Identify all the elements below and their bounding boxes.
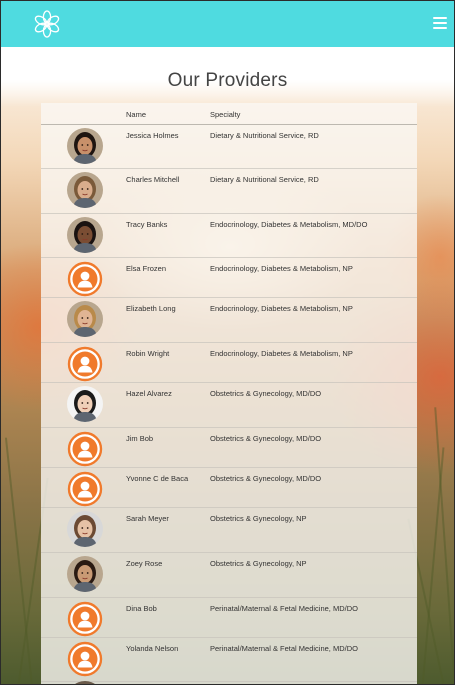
provider-name[interactable]: Elsa Frozen bbox=[126, 264, 166, 273]
provider-row[interactable]: Jessica Holmes Dietary & Nutritional Serv… bbox=[41, 124, 417, 169]
provider-name[interactable]: Zoey Rose bbox=[126, 559, 162, 568]
flower-logo-icon[interactable] bbox=[32, 9, 62, 39]
avatar-placeholder-icon[interactable] bbox=[67, 261, 103, 297]
provider-specialty: Dietary & Nutritional Service, RD bbox=[210, 131, 319, 140]
provider-specialty: Obstetrics & Gynecology, MD/DO bbox=[210, 389, 322, 398]
column-header-specialty[interactable]: Specialty bbox=[210, 110, 240, 119]
avatar-placeholder-icon[interactable] bbox=[67, 601, 103, 637]
provider-row[interactable]: Elsa Frozen Endocrinology, Diabetes & Met… bbox=[41, 257, 417, 298]
avatar-placeholder-icon[interactable] bbox=[67, 471, 103, 507]
provider-specialty: Perinatal/Maternal & Fetal Medicine, MD/… bbox=[210, 604, 358, 613]
provider-specialty: Endocrinology, Diabetes & Metabolism, NP bbox=[210, 304, 353, 313]
provider-row[interactable]: Yvonne C de Baca Obstetrics & Gynecology,… bbox=[41, 467, 417, 508]
provider-name[interactable]: Hazel Alvarez bbox=[126, 389, 172, 398]
provider-name[interactable]: Dina Bob bbox=[126, 604, 157, 613]
provider-specialty: Endocrinology, Diabetes & Metabolism, NP bbox=[210, 264, 353, 273]
provider-specialty: Endocrinology, Diabetes & Metabolism, NP bbox=[210, 349, 353, 358]
avatar[interactable] bbox=[67, 511, 103, 547]
provider-row[interactable]: Yolanda Nelson Perinatal/Maternal & Fetal… bbox=[41, 637, 417, 682]
column-header-name[interactable]: Name bbox=[126, 110, 146, 119]
provider-row[interactable]: Charles Mitchell Dietary & Nutritional Se… bbox=[41, 168, 417, 214]
provider-row[interactable]: Robin Wright Endocrinology, Diabetes & Me… bbox=[41, 342, 417, 383]
provider-specialty: Perinatal/Maternal & Fetal Medicine, MD/… bbox=[210, 644, 358, 653]
provider-name[interactable]: Yvonne C de Baca bbox=[126, 474, 188, 483]
page-title: Our Providers bbox=[167, 70, 288, 91]
provider-name[interactable]: Jim Bob bbox=[126, 434, 153, 443]
avatar-placeholder-icon[interactable] bbox=[67, 641, 103, 677]
providers-table: Name Specialty Jessica Holmes Dietary & N… bbox=[41, 103, 417, 685]
provider-name[interactable]: Tracy Banks bbox=[126, 220, 167, 229]
provider-specialty: Obstetrics & Gynecology, NP bbox=[210, 559, 307, 568]
provider-row[interactable]: Sarah Meyer Obstetrics & Gynecology, NP bbox=[41, 507, 417, 553]
provider-name[interactable]: Elizabeth Long bbox=[126, 304, 176, 313]
provider-name[interactable]: Jessica Holmes bbox=[126, 131, 179, 140]
provider-specialty: Endocrinology, Diabetes & Metabolism, MD… bbox=[210, 220, 368, 229]
avatar-placeholder-icon[interactable] bbox=[67, 346, 103, 382]
provider-specialty: Dietary & Nutritional Service, RD bbox=[210, 175, 319, 184]
avatar[interactable] bbox=[67, 172, 103, 208]
hamburger-menu-icon[interactable] bbox=[433, 17, 447, 29]
avatar[interactable] bbox=[67, 128, 103, 164]
avatar[interactable] bbox=[67, 301, 103, 337]
provider-row[interactable]: Hazel Alvarez Obstetrics & Gynecology, MD… bbox=[41, 382, 417, 428]
avatar[interactable] bbox=[67, 556, 103, 592]
table-header: Name Specialty bbox=[41, 103, 417, 125]
provider-row[interactable]: Jim Bob Obstetrics & Gynecology, MD/DO bbox=[41, 427, 417, 468]
provider-specialty: Obstetrics & Gynecology, NP bbox=[210, 514, 307, 523]
provider-row[interactable]: Dina Bob Perinatal/Maternal & Fetal Medic… bbox=[41, 597, 417, 638]
provider-row[interactable]: Tracy Banks Endocrinology, Diabetes & Met… bbox=[41, 213, 417, 258]
avatar[interactable] bbox=[67, 386, 103, 422]
provider-name[interactable]: Charles Mitchell bbox=[126, 175, 179, 184]
provider-name[interactable]: Sarah Meyer bbox=[126, 514, 169, 523]
provider-specialty: Obstetrics & Gynecology, MD/DO bbox=[210, 434, 322, 443]
provider-specialty: Obstetrics & Gynecology, MD/DO bbox=[210, 474, 322, 483]
avatar-placeholder-icon[interactable] bbox=[67, 431, 103, 467]
avatar[interactable] bbox=[67, 217, 103, 253]
top-navbar bbox=[0, 0, 455, 47]
provider-row[interactable]: Zoey Rose Obstetrics & Gynecology, NP bbox=[41, 552, 417, 598]
provider-name[interactable]: Yolanda Nelson bbox=[126, 644, 178, 653]
provider-name[interactable]: Robin Wright bbox=[126, 349, 169, 358]
provider-row[interactable]: Elizabeth Long Endocrinology, Diabetes & … bbox=[41, 297, 417, 343]
